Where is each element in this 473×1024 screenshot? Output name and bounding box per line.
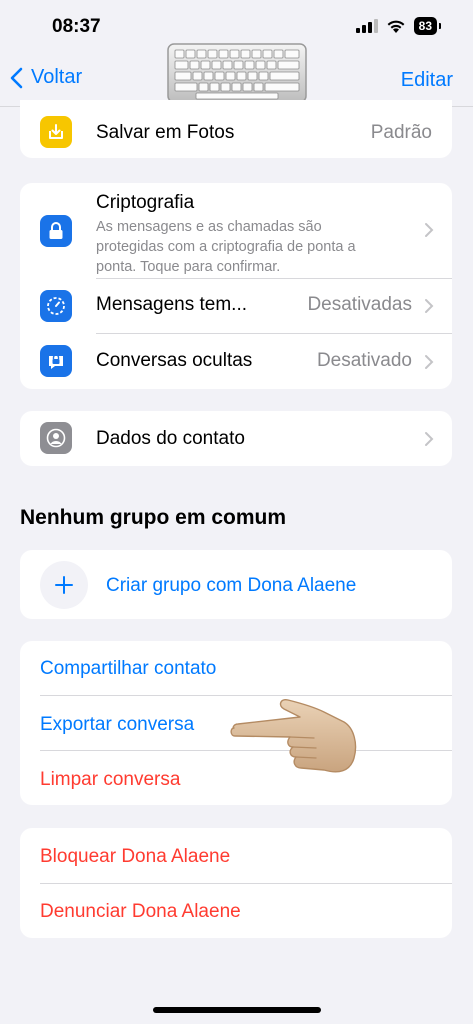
encryption-description: As mensagens e as chamadas são protegida… [96,219,356,275]
edit-button[interactable]: Editar [401,69,453,92]
battery-icon: 83 [413,17,442,35]
chevron-right-icon [425,223,434,237]
home-indicator [153,1007,321,1013]
privacy-card: Criptografia As mensagens e as chamadas … [20,183,452,389]
create-group-row[interactable]: Criar grupo com Dona Alaene [20,550,452,619]
media-settings-card: Salvar em Fotos Padrão [20,100,452,158]
back-button[interactable]: Voltar [10,66,82,89]
keyboard-icon [167,43,307,103]
temp-messages-title: Mensagens tem... [96,294,248,315]
save-photos-value: Padrão [370,122,432,143]
create-group-card: Criar grupo com Dona Alaene [20,550,452,619]
temp-messages-value: Desativadas [307,294,412,315]
download-tray-icon [40,116,72,148]
wifi-icon [387,20,405,33]
chevron-right-icon [425,355,434,369]
hidden-chats-value: Desativado [316,350,412,371]
save-photos-title: Salvar em Fotos [96,122,235,143]
chevron-left-icon [10,67,23,88]
create-group-label: Criar grupo com Dona Alaene [106,575,357,596]
chevron-right-icon [425,432,434,446]
status-time: 08:37 [52,16,101,37]
person-icon [40,422,72,454]
contact-info-title: Dados do contato [96,428,245,449]
save-photos-row[interactable]: Salvar em Fotos Padrão [20,100,452,158]
block-report-card: Bloquear Dona Alaene Denunciar Dona Alae… [20,828,452,938]
pointing-hand-icon [230,698,357,773]
timer-icon [40,290,72,322]
temp-messages-row[interactable]: Mensagens tem... Desativadas [20,279,452,333]
groups-section-title: Nenhum grupo em comum [20,506,287,529]
locked-chat-icon [40,345,72,377]
contact-info-card: Dados do contato [20,411,452,466]
export-chat-button[interactable]: Exportar conversa [40,714,194,736]
block-contact-button[interactable]: Bloquear Dona Alaene [40,846,230,868]
status-icons: 83 [355,17,442,35]
share-contact-button[interactable]: Compartilhar contato [40,658,216,680]
row-separator [40,883,452,884]
hidden-chats-row[interactable]: Conversas ocultas Desativado [20,334,452,389]
report-contact-button[interactable]: Denunciar Dona Alaene [40,901,241,923]
chevron-right-icon [425,299,434,313]
encryption-row[interactable]: Criptografia As mensagens e as chamadas … [20,183,452,278]
hidden-chats-title: Conversas ocultas [96,350,253,371]
back-button-label: Voltar [31,66,83,88]
contact-info-row[interactable]: Dados do contato [20,411,452,466]
plus-icon [40,561,88,609]
lock-icon [40,215,72,247]
cellular-signal-icon [355,19,378,33]
clear-chat-button[interactable]: Limpar conversa [40,769,180,791]
encryption-title: Criptografia [96,192,195,213]
